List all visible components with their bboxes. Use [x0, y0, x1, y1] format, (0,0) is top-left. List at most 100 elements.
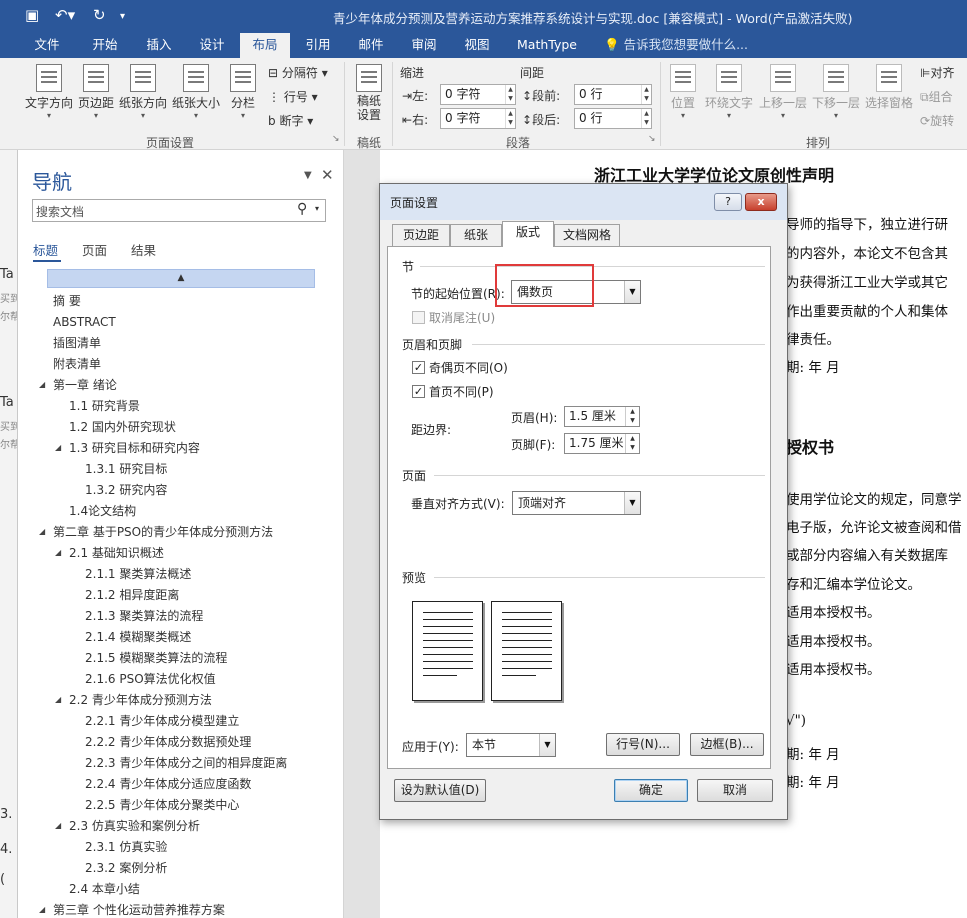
nav-heading-item[interactable]: 2.2.2 青少年体成分数据预处理	[85, 734, 251, 750]
tab-file[interactable]: 文件	[22, 33, 72, 58]
nav-heading-item[interactable]: ◢ 2.1 基础知识概述	[55, 545, 164, 561]
selection-pane-button[interactable]: 选择窗格	[864, 64, 914, 111]
tab-layout[interactable]: 布局	[240, 33, 290, 58]
nav-heading-item[interactable]: 2.1.1 聚类算法概述	[85, 566, 191, 582]
ok-button[interactable]: 确定	[614, 779, 688, 802]
nav-heading-item[interactable]: ◢ 1.3 研究目标和研究内容	[55, 440, 200, 456]
nav-heading-item[interactable]: 2.3.1 仿真实验	[85, 839, 167, 855]
expand-triangle-icon[interactable]: ◢	[55, 818, 61, 834]
page-setup-launcher-icon[interactable]: ↘	[332, 134, 340, 144]
tab-review[interactable]: 审阅	[399, 33, 449, 58]
nav-heading-item[interactable]: 2.2.3 青少年体成分之间的相异度距离	[85, 755, 287, 771]
header-distance-input[interactable]: 1.5 厘米 ▲ ▼	[564, 406, 640, 427]
expand-triangle-icon[interactable]: ◢	[39, 524, 45, 540]
group-button[interactable]: ⧉组合	[920, 88, 953, 105]
nav-heading-item[interactable]: 2.4 本章小结	[69, 881, 140, 897]
size-button[interactable]: 纸张大小 ▾	[170, 64, 222, 120]
nav-heading-item[interactable]: ◢ 第二章 基于PSO的青少年体成分预测方法	[39, 524, 273, 540]
bring-forward-button[interactable]: 上移一层 ▾	[757, 64, 809, 120]
position-button[interactable]: 位置 ▾	[667, 64, 699, 120]
expand-triangle-icon[interactable]: ◢	[55, 692, 61, 708]
columns-button[interactable]: 分栏 ▾	[226, 64, 260, 120]
nav-heading-item[interactable]: 2.1.5 模糊聚类算法的流程	[85, 650, 227, 666]
nav-heading-item[interactable]: 摘 要	[53, 293, 81, 309]
close-button[interactable]: x	[745, 193, 777, 211]
nav-heading-item[interactable]: ◢ 第一章 绪论	[39, 377, 117, 393]
tab-results[interactable]: 结果	[131, 240, 156, 259]
nav-heading-item[interactable]: 2.1.4 模糊聚类概述	[85, 629, 191, 645]
send-backward-button[interactable]: 下移一层 ▾	[810, 64, 862, 120]
tab-home[interactable]: 开始	[80, 33, 130, 58]
save-icon[interactable]: ▣	[25, 6, 39, 24]
tab-insert[interactable]: 插入	[134, 33, 184, 58]
spinner-icon[interactable]: ▲ ▼	[625, 434, 639, 453]
first-page-checkbox[interactable]: ✓	[412, 385, 425, 398]
tab-mathtype[interactable]: MathType	[510, 33, 584, 58]
suppress-endnotes-checkbox[interactable]	[412, 311, 425, 324]
tab-design[interactable]: 设计	[187, 33, 237, 58]
wrap-text-button[interactable]: 环绕文字 ▾	[703, 64, 755, 120]
paragraph-launcher-icon[interactable]: ↘	[648, 134, 656, 144]
search-input[interactable]: 搜索文档 ⚲ ▾	[32, 199, 326, 222]
spacing-after-input[interactable]: 0 行 ▲ ▼	[574, 108, 652, 129]
footer-distance-input[interactable]: 1.75 厘米 ▲ ▼	[564, 433, 640, 454]
line-numbers-button[interactable]: ⋮ 行号 ▾	[268, 88, 318, 105]
align-button[interactable]: ⊫对齐	[920, 64, 954, 81]
nav-heading-item[interactable]: 2.2.1 青少年体成分模型建立	[85, 713, 239, 729]
search-dropdown-icon[interactable]: ▾	[315, 204, 319, 213]
orientation-button[interactable]: 纸张方向 ▾	[118, 64, 168, 120]
tab-layout-active[interactable]: 版式	[502, 221, 554, 247]
tab-mailings[interactable]: 邮件	[346, 33, 396, 58]
breaks-button[interactable]: ⊟ 分隔符 ▾	[268, 64, 328, 81]
expand-triangle-icon[interactable]: ◢	[39, 902, 45, 918]
margins-button[interactable]: 页边距 ▾	[76, 64, 116, 120]
nav-heading-item[interactable]: 1.3.2 研究内容	[85, 482, 167, 498]
expand-triangle-icon[interactable]: ◢	[55, 440, 61, 456]
text-direction-button[interactable]: 文字方向 ▾	[22, 64, 76, 120]
tab-references[interactable]: 引用	[293, 33, 343, 58]
tab-view[interactable]: 视图	[452, 33, 502, 58]
odd-even-checkbox[interactable]: ✓	[412, 361, 425, 374]
tab-headings[interactable]: 标题	[33, 240, 58, 259]
line-numbers-button[interactable]: 行号(N)...	[606, 733, 680, 756]
nav-heading-item[interactable]: 插图清单	[53, 335, 101, 351]
rotate-button[interactable]: ⟳旋转	[920, 112, 954, 129]
spacing-before-input[interactable]: 0 行 ▲ ▼	[574, 84, 652, 105]
nav-heading-item[interactable]: ABSTRACT	[53, 314, 116, 330]
scroll-up-button[interactable]: ▲	[47, 269, 315, 288]
nav-heading-item[interactable]: 1.4论文结构	[69, 503, 136, 519]
apply-to-select[interactable]: 本节 ▼	[466, 733, 556, 757]
spinner-icon[interactable]: ▲ ▼	[625, 407, 639, 426]
nav-heading-item[interactable]: 2.1.2 相异度距离	[85, 587, 179, 603]
undo-icon[interactable]: ↶▾	[55, 6, 75, 24]
nav-heading-item[interactable]: 2.3.2 案例分析	[85, 860, 167, 876]
expand-triangle-icon[interactable]: ◢	[39, 377, 45, 393]
tab-document-grid[interactable]: 文档网格	[554, 224, 620, 246]
nav-heading-item[interactable]: 1.2 国内外研究现状	[69, 419, 176, 435]
nav-close-icon[interactable]: ✕	[321, 166, 334, 184]
nav-heading-item[interactable]: 1.1 研究背景	[69, 398, 140, 414]
indent-right-input[interactable]: 0 字符 ▲ ▼	[440, 108, 516, 129]
indent-left-input[interactable]: 0 字符 ▲ ▼	[440, 84, 516, 105]
nav-heading-item[interactable]: 2.2.5 青少年体成分聚类中心	[85, 797, 239, 813]
search-icon[interactable]: ⚲	[297, 201, 307, 217]
cancel-button[interactable]: 取消	[697, 779, 773, 802]
tab-pages[interactable]: 页面	[82, 240, 107, 259]
tell-me-box[interactable]: 💡 告诉我您想要做什么...	[604, 33, 754, 58]
nav-heading-item[interactable]: 2.1.3 聚类算法的流程	[85, 608, 203, 624]
nav-heading-item[interactable]: ◢ 第三章 个性化运动营养推荐方案	[39, 902, 225, 918]
tab-margins[interactable]: 页边距	[392, 224, 450, 246]
hyphenation-button[interactable]: b 断字 ▾	[268, 112, 313, 129]
draft-settings-button[interactable]: 稿纸设置	[352, 64, 386, 122]
expand-triangle-icon[interactable]: ◢	[55, 545, 61, 561]
nav-heading-item[interactable]: ◢ 2.3 仿真实验和案例分析	[55, 818, 200, 834]
redo-icon[interactable]: ↻	[93, 6, 106, 24]
help-button[interactable]: ?	[714, 193, 742, 211]
vertical-alignment-select[interactable]: 顶端对齐 ▼	[512, 491, 641, 515]
nav-options-icon[interactable]: ▼	[304, 170, 312, 181]
borders-button[interactable]: 边框(B)...	[690, 733, 764, 756]
nav-heading-item[interactable]: 2.1.6 PSO算法优化权值	[85, 671, 216, 687]
tab-paper[interactable]: 纸张	[450, 224, 502, 246]
set-as-default-button[interactable]: 设为默认值(D)	[394, 779, 486, 802]
nav-heading-item[interactable]: 附表清单	[53, 356, 101, 372]
